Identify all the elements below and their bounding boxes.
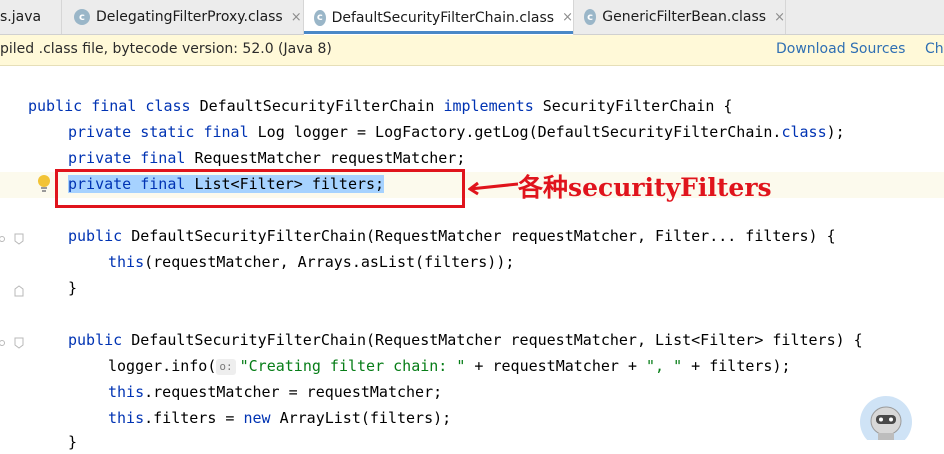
close-icon[interactable]: × [291,10,302,25]
keyword: this [108,409,145,427]
code-line-closing-brace[interactable]: } [28,276,77,300]
editor-tab-bar: s.java c DelegatingFilterProxy.class × c… [0,0,944,35]
code-line-closing-brace-2[interactable]: } [28,430,77,454]
code-text: ); [826,123,845,141]
tab-default-security-filter-chain[interactable]: c DefaultSecurityFilterChain.class × [304,0,574,35]
assistant-mascot-icon[interactable] [859,395,913,440]
keyword: public [68,331,132,349]
code-line-assign-request-matcher[interactable]: this.requestMatcher = requestMatcher; [28,380,442,404]
tab-label: GenericFilterBean.class [602,9,767,25]
string-literal: "Creating filter chain: " [239,357,466,375]
breakpoint-marker-icon[interactable] [0,232,26,246]
code-text: .requestMatcher = requestMatcher; [144,383,443,401]
code-text: logger.info( [108,357,217,375]
string-literal: ", " [646,357,683,375]
code-text: ArrayList(filters); [279,409,452,427]
code-line-logger-field[interactable]: private static final Log logger = LogFac… [28,120,845,144]
code-text: Log logger = LogFactory.getLog(DefaultSe… [257,123,782,141]
code-text: } [68,433,78,451]
keyword: class [781,123,827,141]
keyword: private static final [68,123,258,141]
code-text: DefaultSecurityFilterChain(RequestMatche… [131,227,836,245]
code-line-class-declaration[interactable]: public final class DefaultSecurityFilter… [28,94,732,118]
code-line-assign-filters[interactable]: this.filters = new ArrayList(filters); [28,406,451,430]
keyword: implements [443,97,543,115]
code-text: + filters); [682,357,791,375]
keyword: this [108,253,145,271]
download-sources-link[interactable]: Download Sources [776,41,905,57]
tab-label: s.java [0,9,42,25]
code-line-constructor-varargs[interactable]: public DefaultSecurityFilterChain(Reques… [28,224,836,248]
class-icon: c [74,9,90,25]
code-text: DefaultSecurityFilterChain(RequestMatche… [131,331,863,349]
code-line-this-call[interactable]: this(requestMatcher, Arrays.asList(filte… [28,250,514,274]
breakpoint-marker-icon[interactable] [0,336,26,350]
annotation-arrow [468,181,519,196]
code-text: + requestMatcher + [465,357,647,375]
code-text: .filters = [144,409,244,427]
tab-delegating-filter-proxy[interactable]: c DelegatingFilterProxy.class × [62,0,304,34]
fold-end-icon[interactable] [14,284,26,298]
code-line-request-matcher-field[interactable]: private final RequestMatcher requestMatc… [28,146,465,170]
banner-message: piled .class file, bytecode version: 52.… [0,41,332,57]
code-text: RequestMatcher requestMatcher; [194,149,466,167]
code-text: } [68,279,78,297]
tab-label: DefaultSecurityFilterChain.class [331,9,555,26]
code-line-constructor-list[interactable]: public DefaultSecurityFilterChain(Reques… [28,328,863,352]
tab-label: DelegatingFilterProxy.class [96,9,283,25]
code-text: SecurityFilterChain { [542,97,733,115]
decompiled-info-banner: piled .class file, bytecode version: 52.… [0,35,944,66]
parameter-hint: o: [216,359,236,375]
keyword: private final [68,149,195,167]
keyword: this [108,383,145,401]
tab-generic-filter-bean[interactable]: c GenericFilterBean.class × [574,0,786,34]
annotation-text: 各种securityFilters [518,173,772,202]
code-text: (requestMatcher, Arrays.asList(filters))… [144,253,515,271]
close-icon[interactable]: × [774,10,785,25]
code-line-logger-info[interactable]: logger.info(o: "Creating filter chain: " … [28,354,791,378]
annotation-highlight-box [55,169,465,208]
class-name: DefaultSecurityFilterChain [199,97,444,115]
close-icon[interactable]: × [562,10,573,25]
choose-sources-link[interactable]: Ch [925,41,944,57]
keyword: public [68,227,132,245]
keyword: new [243,409,280,427]
keyword: public final class [28,97,200,115]
class-icon: c [584,9,597,25]
tab-java-file[interactable]: s.java [0,0,62,34]
class-icon: c [314,9,326,26]
